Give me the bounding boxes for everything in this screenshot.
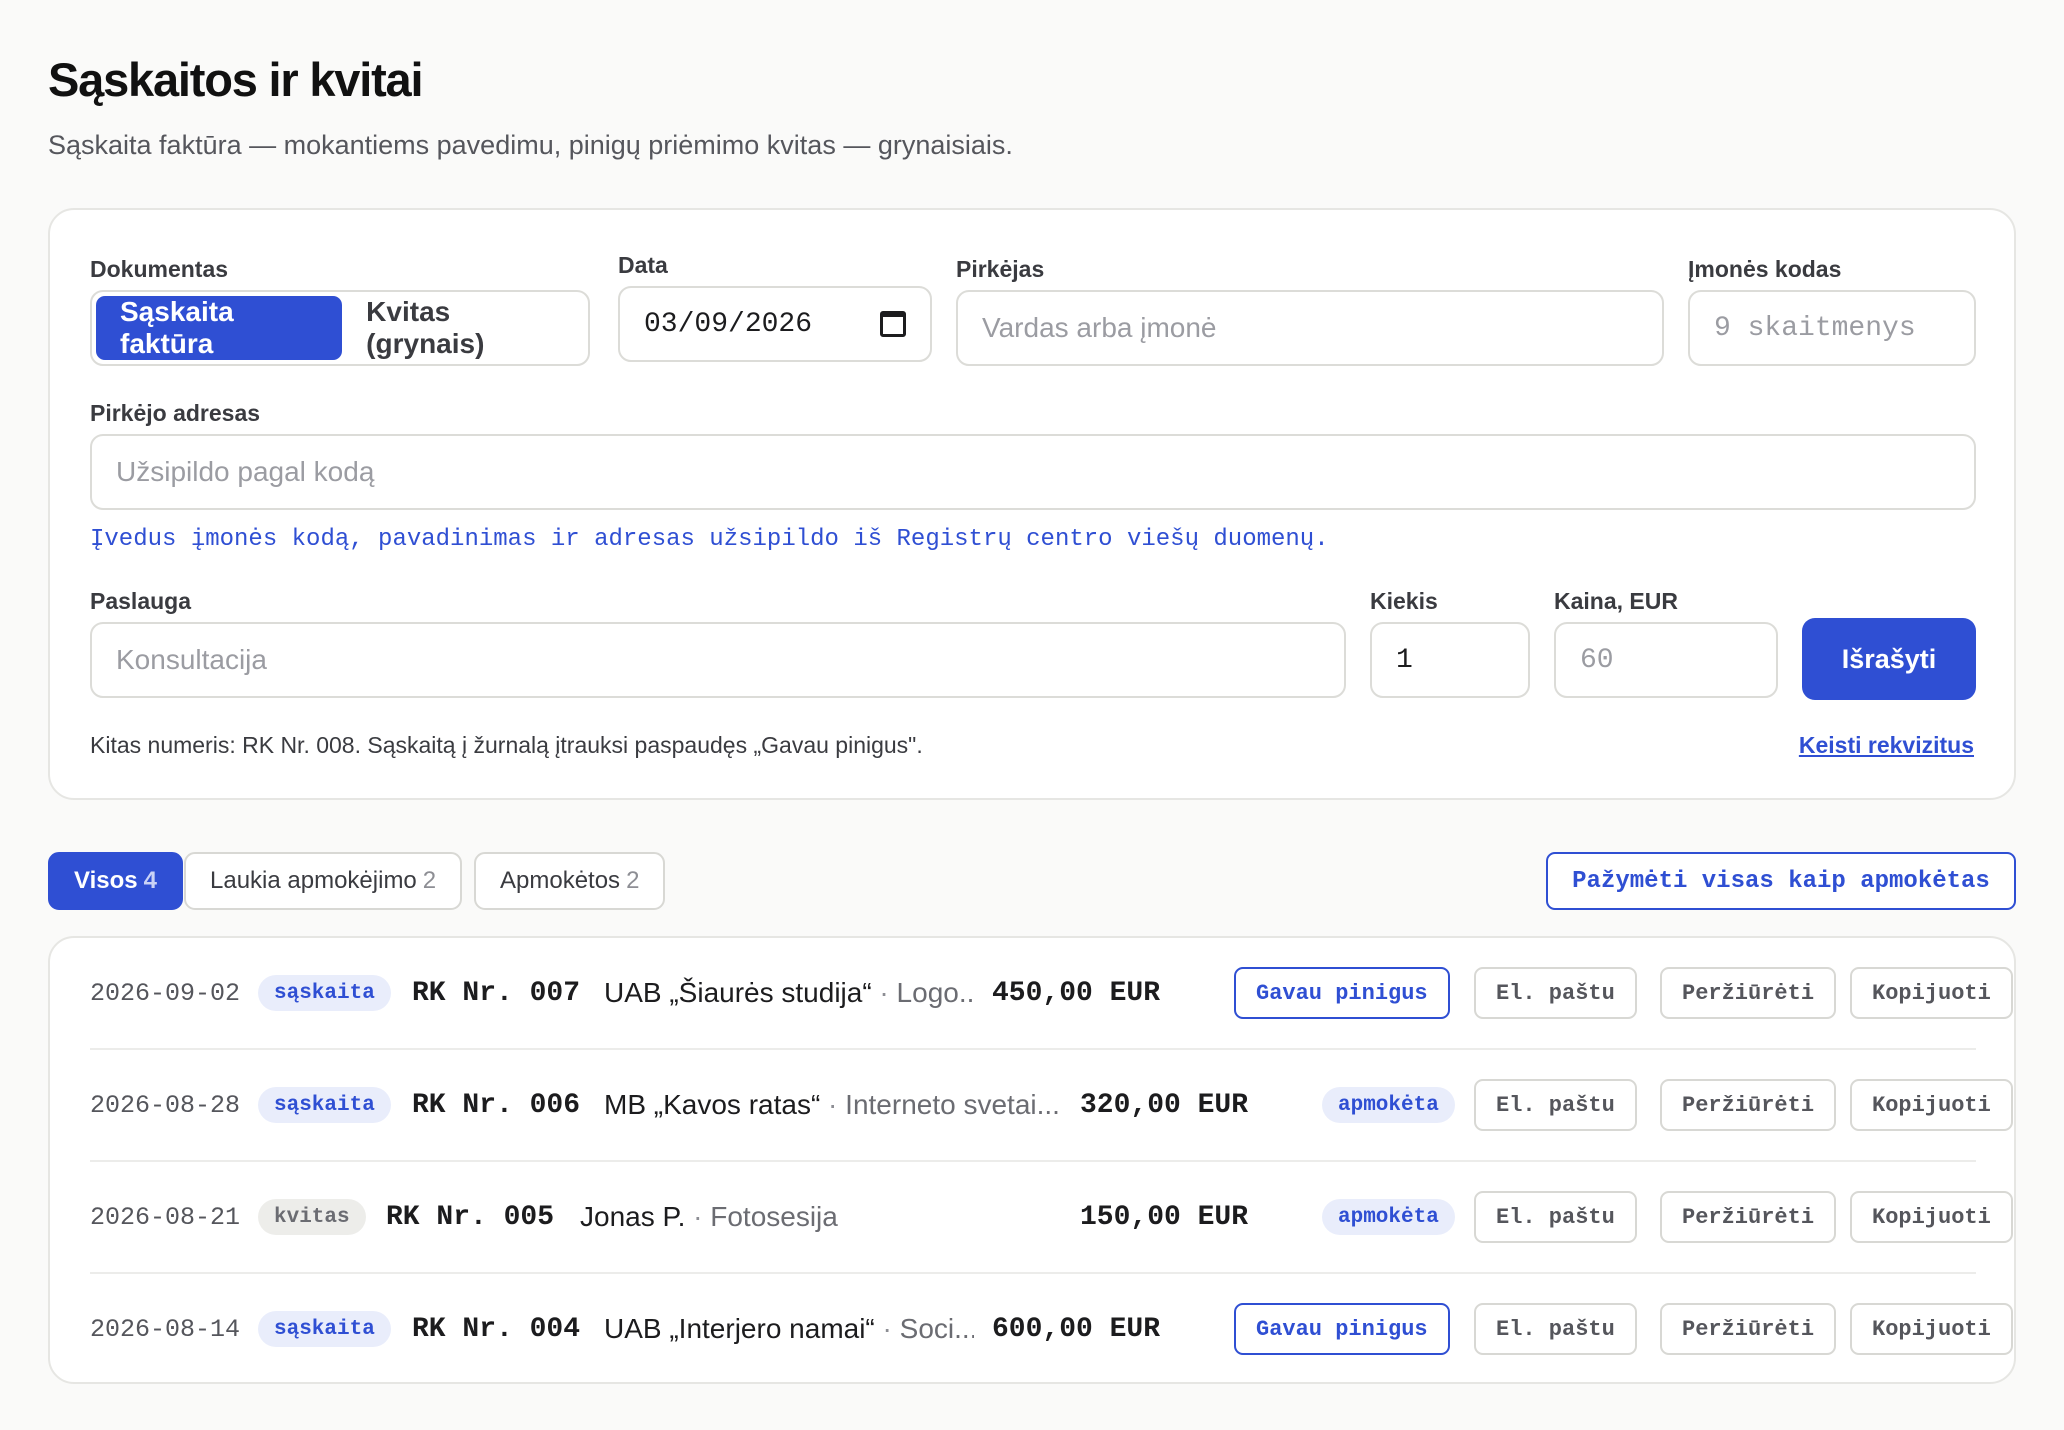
- page: Sąskaitos ir kvitai Sąskaita faktūra — m…: [48, 52, 2016, 1384]
- copy-button[interactable]: Kopijuoti: [1850, 1303, 2013, 1355]
- registry-hint: Įvedus įmonės kodą, pavadinimas ir adres…: [90, 526, 1329, 553]
- filter-awaiting-label: Laukia apmokėjimo: [210, 867, 417, 894]
- change-details-link[interactable]: Keisti rekvizitus: [1799, 732, 1974, 759]
- invoice-date: 2026-08-14: [90, 1314, 241, 1344]
- filter-paid[interactable]: Apmokėtos 2: [474, 852, 666, 910]
- paid-status-badge: apmokėta: [1322, 1199, 1455, 1235]
- party-name: Jonas P.: [580, 1201, 686, 1232]
- invoice-amount: 600,00 EUR: [992, 1313, 1161, 1345]
- quantity-label: Kiekis: [1370, 588, 1438, 614]
- filter-all-label: Visos: [74, 867, 138, 894]
- invoice-date: 2026-08-21: [90, 1202, 241, 1232]
- invoice-number: RK Nr. 006: [412, 1089, 581, 1121]
- copy-button[interactable]: Kopijuoti: [1850, 1079, 2013, 1131]
- address-input[interactable]: Užsipildo pagal kodą: [90, 434, 1976, 510]
- table-row: 2026-09-02 sąskaita RK Nr. 007 UAB „Šiau…: [90, 938, 2013, 1048]
- buyer-input[interactable]: Vardas arba įmonė: [956, 290, 1664, 366]
- next-number-note: Kitas numeris: RK Nr. 008. Sąskaitą į žu…: [90, 732, 923, 758]
- invoice-number: RK Nr. 004: [412, 1313, 581, 1345]
- invoice-party: Jonas P. · Fotosesija: [580, 1201, 838, 1232]
- received-money-button[interactable]: Gavau pinigus: [1234, 967, 1450, 1019]
- invoice-party: UAB „Šiaurės studija“ · Logo...: [604, 938, 974, 1048]
- service-label: Paslauga: [90, 588, 191, 614]
- buyer-label: Pirkėjas: [956, 256, 1045, 282]
- page-title: Sąskaitos ir kvitai: [48, 53, 424, 106]
- address-label: Pirkėjo adresas: [90, 400, 261, 426]
- company-code-input[interactable]: 9 skaitmenys: [1688, 290, 1976, 366]
- received-money-button[interactable]: Gavau pinigus: [1234, 1303, 1450, 1355]
- invoice-date: 2026-09-02: [90, 978, 241, 1008]
- party-name: UAB „Interjero namai“: [604, 1313, 875, 1344]
- table-row: 2026-08-28 sąskaita RK Nr. 006 MB „Kavos…: [90, 1050, 2013, 1160]
- invoice-type-badge: sąskaita: [258, 1311, 391, 1347]
- filter-awaiting-count: 2: [422, 867, 437, 894]
- view-button[interactable]: Peržiūrėti: [1660, 1079, 1837, 1131]
- table-row: 2026-08-14 sąskaita RK Nr. 004 UAB „Inte…: [90, 1274, 2013, 1384]
- service-name: Interneto svetai...: [845, 1089, 1060, 1120]
- invoice-type-badge: sąskaita: [258, 975, 391, 1011]
- invoice-list-card: 2026-09-02 sąskaita RK Nr. 007 UAB „Šiau…: [48, 936, 2016, 1384]
- filter-all-count: 4: [143, 867, 157, 894]
- filter-paid-label: Apmokėtos: [500, 867, 621, 894]
- copy-button[interactable]: Kopijuoti: [1850, 1191, 2013, 1243]
- service-name: Soci...: [899, 1313, 974, 1344]
- mark-all-paid-button[interactable]: Pažymėti visas kaip apmokėtas: [1546, 852, 2016, 910]
- service-name: Logo...: [896, 977, 974, 1008]
- party-name: UAB „Šiaurės studija“: [604, 977, 872, 1008]
- invoice-amount: 450,00 EUR: [992, 977, 1161, 1009]
- email-button[interactable]: El. paštu: [1474, 1079, 1637, 1131]
- company-code-label: Įmonės kodas: [1688, 256, 1842, 282]
- document-option-receipt[interactable]: Kvitas (grynais): [342, 296, 584, 360]
- filter-awaiting-payment[interactable]: Laukia apmokėjimo 2: [184, 852, 463, 910]
- date-value: 03/09/2026: [644, 308, 813, 340]
- date-label: Data: [618, 252, 668, 278]
- price-input[interactable]: 60: [1554, 622, 1778, 698]
- service-input[interactable]: Konsultacija: [90, 622, 1346, 698]
- invoice-type-badge: kvitas: [258, 1199, 366, 1235]
- document-option-invoice[interactable]: Sąskaita faktūra: [96, 296, 343, 360]
- email-button[interactable]: El. paštu: [1474, 967, 1637, 1019]
- party-name: MB „Kavos ratas“: [604, 1089, 821, 1120]
- price-label: Kaina, EUR: [1554, 588, 1678, 614]
- filter-paid-count: 2: [626, 867, 640, 894]
- date-input[interactable]: 03/09/2026: [618, 286, 932, 362]
- view-button[interactable]: Peržiūrėti: [1660, 1191, 1837, 1243]
- email-button[interactable]: El. paštu: [1474, 1303, 1637, 1355]
- invoice-date: 2026-08-28: [90, 1090, 241, 1120]
- table-row: 2026-08-21 kvitas RK Nr. 005 Jonas P. · …: [90, 1162, 2013, 1272]
- invoice-number: RK Nr. 005: [386, 1201, 555, 1233]
- page-subtitle: Sąskaita faktūra — mokantiems pavedimu, …: [48, 130, 1013, 160]
- issue-button[interactable]: Išrašyti: [1802, 618, 1976, 700]
- filter-all[interactable]: Visos 4: [48, 852, 183, 910]
- invoice-party: UAB „Interjero namai“ · Soci...: [604, 1274, 974, 1384]
- invoice-number: RK Nr. 007: [412, 977, 581, 1009]
- invoice-party: MB „Kavos ratas“ · Interneto svetai...: [604, 1089, 1060, 1120]
- invoice-form-card: Dokumentas Sąskaita faktūra Kvitas (gryn…: [48, 208, 2016, 800]
- quantity-input[interactable]: 1: [1370, 622, 1530, 698]
- paid-status-badge: apmokėta: [1322, 1087, 1455, 1123]
- document-type-toggle: Sąskaita faktūra Kvitas (grynais): [90, 290, 590, 366]
- invoice-amount: 320,00 EUR: [1080, 1089, 1249, 1121]
- email-button[interactable]: El. paštu: [1474, 1191, 1637, 1243]
- invoice-type-badge: sąskaita: [258, 1087, 391, 1123]
- copy-button[interactable]: Kopijuoti: [1850, 967, 2013, 1019]
- view-button[interactable]: Peržiūrėti: [1660, 967, 1837, 1019]
- invoice-amount: 150,00 EUR: [1080, 1201, 1249, 1233]
- service-name: Fotosesija: [710, 1201, 838, 1232]
- calendar-icon[interactable]: [880, 311, 906, 337]
- document-label: Dokumentas: [90, 256, 229, 282]
- view-button[interactable]: Peržiūrėti: [1660, 1303, 1837, 1355]
